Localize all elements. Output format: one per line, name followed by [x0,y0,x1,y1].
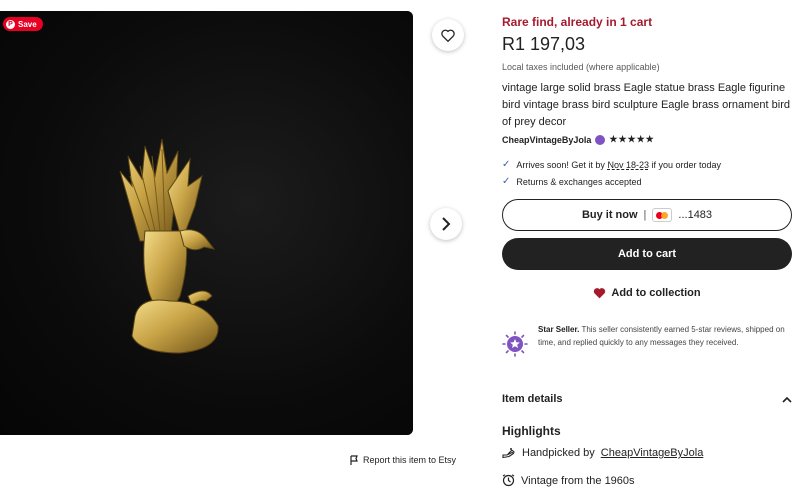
favorite-button[interactable] [432,19,464,51]
handpicked-shop-link[interactable]: CheapVintageByJola [601,447,704,459]
arrival-suffix: if you order today [651,159,722,170]
shop-info: CheapVintageByJola ★★★★★ [502,134,655,145]
chevron-right-icon [442,217,451,231]
card-number: ...1483 [678,209,713,221]
brass-eagle-figure [119,138,219,354]
buy-now-label: Buy it now [581,209,638,221]
vintage-highlight: Vintage from the 1960s [502,474,635,487]
vintage-text: Vintage from the 1960s [521,474,635,487]
handpicked-highlight: Handpicked by CheapVintageByJola [502,447,703,459]
arrival-perk: ✓ Arrives soon! Get it by Nov 18-23 if y… [502,159,721,170]
listing-title: vintage large solid brass Eagle statue b… [502,82,790,128]
buy-now-button[interactable]: Buy it now | ...1483 [502,199,792,231]
arrival-dates[interactable]: Nov 18-23 [607,160,649,170]
tax-note: Local taxes included (where applicable) [502,62,660,72]
arrival-text: Arrives soon! Get it by Nov 18-23 if you… [516,160,721,170]
add-to-collection-label: Add to collection [611,287,701,299]
rating-stars[interactable]: ★★★★★ [609,134,654,145]
shop-name-link[interactable]: CheapVintageByJola [502,135,591,145]
star-seller-small-icon [595,134,606,145]
highlights-heading: Highlights [502,424,561,438]
pinterest-save-button[interactable]: P Save [3,17,43,31]
product-image[interactable]: P Save [0,11,413,435]
pinterest-icon: P [6,19,15,29]
clock-icon [502,474,515,487]
returns-text: Returns & exchanges accepted [516,176,642,187]
handpicked-prefix: Handpicked by [522,447,595,459]
star-seller-text: Star Seller. This seller consistently ea… [538,323,792,357]
scarcity-message: Rare find, already in 1 cart [502,15,653,29]
star-seller-title: Star Seller. [538,325,580,334]
arrival-prefix: Arrives soon! Get it by [516,159,605,170]
add-to-collection-button[interactable]: Add to collection [502,287,792,299]
report-label: Report this item to Etsy [363,455,457,465]
mastercard-icon [652,208,673,222]
chevron-up-icon [782,396,792,403]
report-item-link[interactable]: Report this item to Etsy [349,455,456,465]
heart-filled-icon [594,288,606,299]
check-icon: ✓ [502,159,511,170]
item-details-label: Item details [502,393,563,405]
price: R1 197,03 [502,34,586,54]
separator: | [643,209,647,221]
add-to-cart-button[interactable]: Add to cart [502,238,792,270]
heart-icon [441,29,455,42]
returns-perk: ✓ Returns & exchanges accepted [502,176,641,187]
item-details-toggle[interactable]: Item details [502,393,792,405]
flag-icon [350,455,358,465]
hand-icon [502,448,515,459]
star-seller-block: Star Seller. This seller consistently ea… [502,323,792,357]
next-image-button[interactable] [430,208,462,240]
star-seller-badge-icon [502,331,528,357]
check-icon: ✓ [502,176,511,187]
save-label: Save [18,19,37,29]
